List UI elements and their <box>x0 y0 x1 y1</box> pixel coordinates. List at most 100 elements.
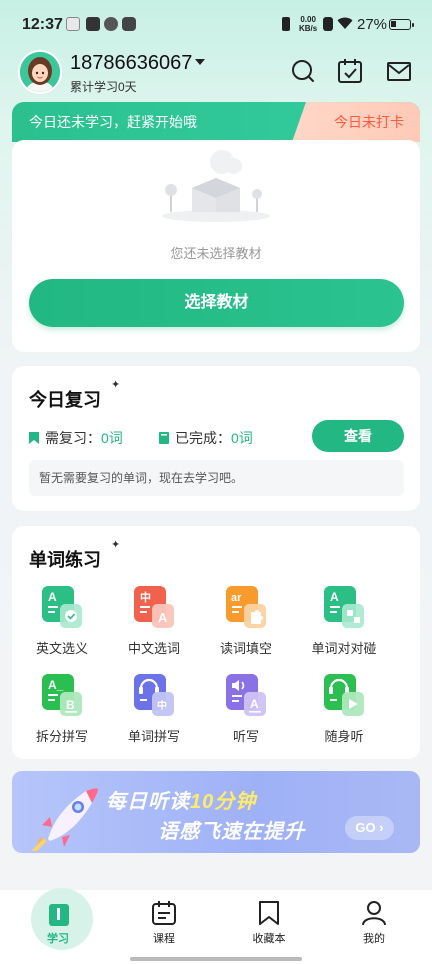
practice-label: 中文选词 <box>127 641 180 656</box>
nav-label: 我的 <box>363 933 385 945</box>
practice-label: 读词填空 <box>219 641 272 656</box>
review-card: 今日复习 ✦ 需复习：0词 已完成：0词 查看 暂无需要复习的单词，现在去学习吧… <box>12 366 420 511</box>
practice-label: 单词拼写 <box>127 729 180 744</box>
bookmark-flag-icon <box>29 432 39 444</box>
calendar-check-icon[interactable] <box>337 58 363 84</box>
sparkle-icon: ✦ <box>111 379 121 391</box>
nav-item-course[interactable]: 课程 <box>110 890 218 950</box>
rocket-icon <box>32 788 98 851</box>
svg-text:中: 中 <box>140 590 151 604</box>
nav-label: 收藏本 <box>252 933 286 945</box>
sync-notification-icon <box>122 17 136 31</box>
nav-item-study[interactable]: 学习 <box>4 888 112 950</box>
battery-icon <box>389 19 414 30</box>
need-review-label: 需复习： <box>45 430 101 446</box>
vibrate-icon <box>282 17 290 31</box>
avatar-image <box>20 52 60 92</box>
net-speed-unit: KB/s <box>299 24 318 33</box>
svg-text:A: A <box>158 610 168 625</box>
header: 18786636067 累计学习0天 <box>0 48 432 98</box>
net-speed: 0.00 KB/s <box>299 15 317 33</box>
practice-word-spell[interactable]: 中 单词拼写 <box>108 674 200 754</box>
avatar[interactable] <box>18 50 62 94</box>
nav-label: 学习 <box>47 933 69 945</box>
empty-textbook-text: 您还未选择教材 <box>170 246 262 261</box>
mail-icon[interactable] <box>386 58 412 84</box>
chevron-right-icon: › <box>379 820 384 835</box>
empty-box-illustration <box>162 150 270 222</box>
app-notification-icon <box>66 17 80 31</box>
practice-read-fill-blank[interactable]: ar 读词填空 <box>200 586 292 666</box>
svg-text:A: A <box>330 590 339 604</box>
sparkle-icon: ✦ <box>111 539 121 551</box>
practice-portable-listen[interactable]: 随身听 <box>298 674 390 754</box>
go-label: GO <box>355 820 376 835</box>
wifi-icon <box>337 17 353 29</box>
battery-percent: 27% <box>357 16 388 33</box>
nav-item-profile[interactable]: 我的 <box>320 890 428 950</box>
message-notification-icon <box>86 17 100 31</box>
promo-go-button[interactable]: GO › <box>345 816 394 840</box>
account-dropdown-icon[interactable] <box>195 59 205 65</box>
book-icon <box>159 432 169 444</box>
word-practice-card: 单词练习 ✦ A 英文选义 中 A 中文选词 ar 读词填空 A 单词对对碰 A… <box>12 526 420 759</box>
practice-word-match[interactable]: A 单词对对碰 <box>292 586 396 666</box>
user-phone[interactable]: 18786636067 <box>70 52 192 75</box>
split-spell-icon: A_ B <box>42 674 82 716</box>
promo-line-1-prefix: 每日听读 <box>106 791 190 813</box>
nfc-icon <box>323 17 333 31</box>
status-time: 12:37 <box>22 16 63 33</box>
nav-item-favorites[interactable]: 收藏本 <box>215 890 323 950</box>
practice-label: 英文选义 <box>35 641 88 656</box>
checkin-status[interactable]: 今日未打卡 <box>334 112 404 132</box>
promo-highlight: 10分钟 <box>190 791 257 813</box>
study-reminder: 今日还未学习，赶紧开始哦 <box>29 114 197 130</box>
search-icon[interactable] <box>290 58 316 84</box>
svg-text:A: A <box>250 697 259 711</box>
practice-dictation[interactable]: A 听写 <box>200 674 292 754</box>
need-review-value: 0词 <box>101 430 123 446</box>
status-bar: 12:37 0.00 KB/s 27% <box>0 0 432 48</box>
svg-text:中: 中 <box>157 699 167 712</box>
link-notification-icon <box>104 17 118 31</box>
select-textbook-button[interactable]: 选择教材 <box>29 279 404 327</box>
bookmark-icon <box>259 901 279 925</box>
user-icon <box>362 901 386 926</box>
practice-label: 听写 <box>232 729 259 744</box>
english-choose-meaning-icon: A <box>42 586 82 628</box>
promo-line-1: 每日听读10分钟 <box>106 785 256 814</box>
chinese-choose-word-icon: 中 A <box>134 586 174 628</box>
dictation-icon: A <box>226 674 266 716</box>
portable-listen-icon <box>324 674 364 716</box>
textbook-body: 您还未选择教材 选择教材 <box>12 140 420 352</box>
practice-label: 单词对对碰 <box>311 641 377 656</box>
practice-label: 随身听 <box>324 729 364 744</box>
review-title: 今日复习 <box>29 390 101 410</box>
course-calendar-icon <box>152 901 176 925</box>
done-review-label: 已完成： <box>175 430 231 446</box>
promo-line-2: 语感飞速在提升 <box>158 821 305 843</box>
svg-text:ar: ar <box>231 592 242 604</box>
study-days: 累计学习0天 <box>70 80 137 94</box>
home-indicator[interactable] <box>130 957 302 961</box>
net-speed-value: 0.00 <box>300 15 316 24</box>
svg-text:A_: A_ <box>48 678 64 692</box>
done-review-stat: 已完成：0词 <box>159 428 253 448</box>
book-icon <box>49 904 69 926</box>
word-spell-icon: 中 <box>134 674 174 716</box>
read-fill-blank-icon: ar <box>226 586 266 628</box>
promo-banner[interactable]: 每日听读10分钟 语感飞速在提升 GO › <box>12 771 420 853</box>
practice-chinese-choose-word[interactable]: 中 A 中文选词 <box>108 586 200 666</box>
view-review-button[interactable]: 查看 <box>312 420 404 452</box>
practice-split-spell[interactable]: A_ B 拆分拼写 <box>16 674 108 754</box>
nav-label: 课程 <box>153 933 175 945</box>
review-tip: 暂无需要复习的单词，现在去学习吧。 <box>29 460 404 496</box>
textbook-card: 今日还未学习，赶紧开始哦 今日未打卡 您还未选择教材 选择教材 <box>12 102 420 352</box>
need-review-stat: 需复习：0词 <box>29 428 123 448</box>
done-review-value: 0词 <box>231 430 253 446</box>
practice-label: 拆分拼写 <box>35 729 88 744</box>
checkin-banner: 今日还未学习，赶紧开始哦 今日未打卡 <box>12 102 420 142</box>
practice-english-choose-meaning[interactable]: A 英文选义 <box>16 586 108 666</box>
svg-text:A: A <box>48 590 57 604</box>
bottom-nav: 学习 课程 收藏本 我的 <box>0 888 432 964</box>
